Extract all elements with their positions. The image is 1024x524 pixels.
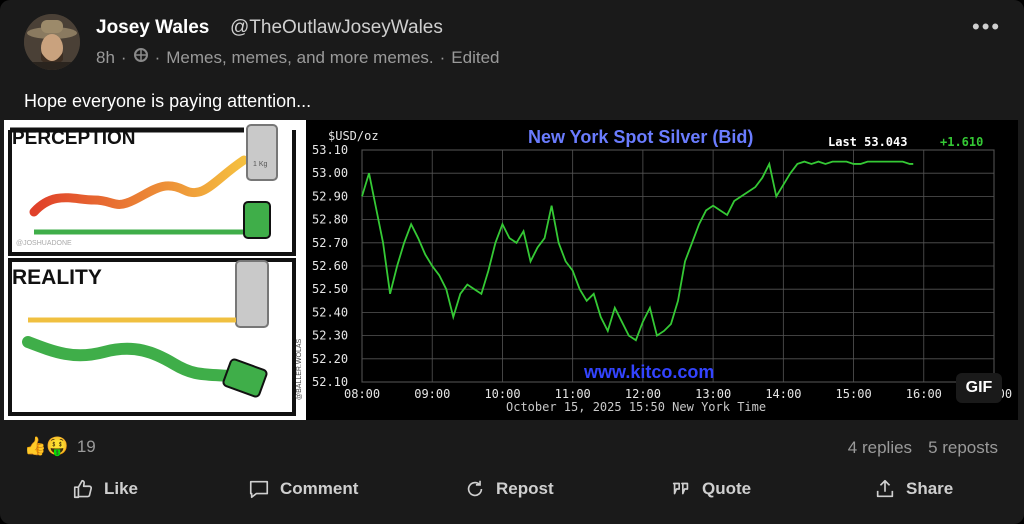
- chart-title: New York Spot Silver (Bid): [528, 127, 753, 147]
- meme-image[interactable]: PERCEPTION 1 Kg @JOSHUADONE REALITY @BAL…: [4, 120, 306, 420]
- chart-y-tick-label: 52.60: [312, 259, 348, 273]
- chart-y-tick-label: 52.30: [312, 329, 348, 343]
- thumbs-up-icon: [73, 479, 93, 499]
- group-icon: [133, 47, 149, 68]
- reaction-count: 19: [76, 436, 96, 456]
- chart-y-tick-label: 53.10: [312, 143, 348, 157]
- chart-y-tick-label: 52.90: [312, 189, 348, 203]
- chart-last-label: Last 53.043: [828, 135, 907, 149]
- meta-separator: ·: [154, 47, 161, 67]
- comment-icon: [249, 480, 269, 499]
- edited-label[interactable]: Edited: [451, 48, 499, 68]
- chart-y-tick-label: 52.70: [312, 236, 348, 250]
- chart-timestamp: October 15, 2025 15:50 New York Time: [506, 400, 766, 414]
- action-bar: Like Comment Repost Quote Share: [0, 478, 1024, 508]
- post-meta: 8h · · Memes, memes, and more memes. · E…: [96, 47, 500, 68]
- comment-label: Comment: [280, 479, 359, 498]
- repost-button[interactable]: Repost: [464, 478, 554, 500]
- meta-separator: ·: [120, 47, 127, 67]
- meme-reality-label: REALITY: [12, 266, 102, 289]
- quote-button[interactable]: Quote: [670, 478, 751, 500]
- share-button[interactable]: Share: [874, 478, 953, 500]
- chart-x-ticks: 08:00 09:00 10:00 11:00 12:00 13:00 14:00 15:00…: [344, 387, 1012, 401]
- chart-unit-label: $USD/oz: [328, 129, 379, 143]
- chart-x-tick-label: 12:00: [625, 387, 661, 401]
- chart-change-label: +1.610: [940, 135, 983, 149]
- more-options-icon[interactable]: •••: [972, 16, 1001, 38]
- chart-x-tick-label: 14:00: [765, 387, 801, 401]
- comment-button[interactable]: Comment: [248, 478, 358, 500]
- chart-y-tick-label: 52.50: [312, 282, 348, 296]
- chart-y-ticks: 53.10 53.00 52.90 52.80 52.70 52.60 52.50 52.40…: [312, 143, 348, 389]
- reaction-summary[interactable]: 👍 🤑 19: [24, 436, 96, 457]
- post-stats: 4 replies 5 reposts: [848, 438, 998, 458]
- replies-count[interactable]: 4 replies: [848, 438, 912, 458]
- quote-icon: [672, 482, 689, 495]
- quote-label: Quote: [702, 479, 752, 498]
- chart-series-line: [361, 160, 914, 342]
- money-face-emoji: 🤑: [46, 436, 69, 456]
- chart-x-tick-label: 13:00: [695, 387, 731, 401]
- chart-grid: [361, 149, 995, 383]
- meme-perception-label: PERCEPTION: [12, 128, 136, 149]
- repost-label: Repost: [496, 479, 554, 498]
- author-handle[interactable]: @TheOutlawJoseyWales: [230, 17, 443, 39]
- post-time[interactable]: 8h: [96, 48, 115, 68]
- chart-x-tick-label: 15:00: [836, 387, 872, 401]
- post-card: Josey Wales @TheOutlawJoseyWales 8h · · …: [0, 0, 1024, 524]
- reposts-count[interactable]: 5 reposts: [928, 438, 998, 458]
- chart-x-tick-label: 16:00: [906, 387, 942, 401]
- chart-y-tick-label: 53.00: [312, 166, 348, 180]
- author-avatar[interactable]: [24, 14, 80, 70]
- group-name[interactable]: Memes, memes, and more memes.: [166, 48, 433, 68]
- chart-y-tick-label: 52.20: [312, 352, 348, 366]
- chart-footer: www.kitco.com: [583, 362, 714, 382]
- share-icon: [876, 479, 894, 498]
- silver-price-chart[interactable]: $USD/oz New York Spot Silver (Bid) Last …: [306, 120, 1018, 420]
- chart-x-tick-label: 10:00: [484, 387, 520, 401]
- meta-separator: ·: [439, 47, 446, 67]
- chart-x-tick-label: 08:00: [344, 387, 380, 401]
- meme-watermark-top: @JOSHUADONE: [16, 240, 72, 247]
- like-button[interactable]: Like: [72, 478, 138, 500]
- meme-bar-label: 1 Kg: [253, 161, 268, 168]
- meme-watermark-side: @BALLER.WOLAS: [296, 338, 303, 400]
- post-text: Hope everyone is paying attention...: [24, 91, 312, 111]
- repost-icon: [467, 480, 483, 497]
- chart-x-tick-label: 09:00: [414, 387, 450, 401]
- chart-y-tick-label: 52.10: [312, 375, 348, 389]
- author-name[interactable]: Josey Wales: [96, 17, 209, 39]
- thumbs-up-emoji: 👍: [24, 436, 47, 456]
- share-label: Share: [906, 479, 954, 498]
- like-label: Like: [104, 479, 139, 498]
- gif-badge[interactable]: GIF: [956, 373, 1002, 403]
- chart-y-tick-label: 52.40: [312, 305, 348, 319]
- chart-x-tick-label: 11:00: [555, 387, 591, 401]
- chart-y-tick-label: 52.80: [312, 213, 348, 227]
- chart-series: [361, 160, 914, 342]
